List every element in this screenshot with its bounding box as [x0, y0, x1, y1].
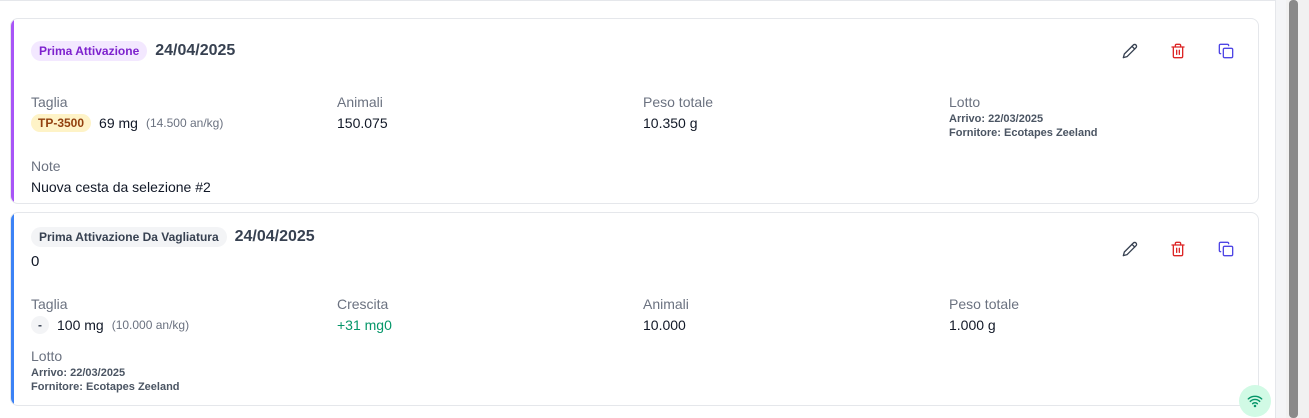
- field-label: Taglia: [31, 296, 68, 312]
- field-taglia: Taglia TP-3500 69 mg (14.500 an/kg): [31, 94, 223, 132]
- field-label: Note: [31, 158, 61, 174]
- field-label: Peso totale: [643, 94, 714, 110]
- operation-card: Prima Attivazione 24/04/2025 Taglia TP-3…: [10, 18, 1259, 204]
- field-animali: Animali 150.075: [337, 94, 388, 132]
- copy-icon: [1218, 241, 1234, 257]
- field-lotto: Lotto Arrivo: 22/03/2025 Fornitore: Ecot…: [31, 348, 180, 394]
- operation-type-badge: Prima Attivazione: [31, 41, 148, 61]
- pencil-icon: [1122, 43, 1138, 59]
- operations-list: Prima Attivazione 24/04/2025 Taglia TP-3…: [0, 0, 1275, 418]
- duplicate-button[interactable]: [1218, 43, 1234, 59]
- field-label: Taglia: [31, 94, 68, 110]
- lotto-arrival: Arrivo: 22/03/2025: [31, 367, 126, 379]
- operation-type-badge: Prima Attivazione Da Vagliatura: [31, 227, 227, 247]
- field-note: Note Nuova cesta da selezione #2: [31, 158, 211, 196]
- growth-value: +31 mg0: [337, 317, 392, 333]
- field-peso-totale: Peso totale 10.350 g: [643, 94, 713, 132]
- lotto-supplier: Fornitore: Ecotapes Zeeland: [31, 381, 180, 393]
- taglia-value: - 100 mg (10.000 an/kg): [31, 316, 189, 334]
- copy-icon: [1218, 43, 1234, 59]
- taglia-value: TP-3500 69 mg (14.500 an/kg): [31, 114, 223, 132]
- field-value: 10.000: [643, 317, 686, 333]
- edit-button[interactable]: [1122, 241, 1138, 257]
- operation-date: 24/04/2025: [234, 228, 315, 245]
- size-weight: 69 mg: [99, 115, 138, 131]
- field-animali: Animali 10.000: [643, 296, 689, 334]
- pencil-icon: [1122, 241, 1138, 257]
- scrollbar-thumb[interactable]: [1289, 0, 1298, 418]
- lotto-arrival: Arrivo: 22/03/2025: [949, 113, 1044, 125]
- field-peso-totale: Peso totale 1.000 g: [949, 296, 1019, 334]
- size-code-badge: TP-3500: [31, 114, 92, 132]
- wifi-icon: [1247, 395, 1263, 408]
- field-value: 1.000 g: [949, 317, 996, 333]
- field-label: Animali: [643, 296, 689, 312]
- size-per-kg: (14.500 an/kg): [145, 116, 224, 130]
- card-accent-bar: [11, 213, 14, 405]
- field-lotto: Lotto Arrivo: 22/03/2025 Fornitore: Ecot…: [949, 94, 1098, 140]
- operation-card: Prima Attivazione Da Vagliatura 24/04/20…: [10, 212, 1259, 406]
- edit-button[interactable]: [1122, 43, 1138, 59]
- trash-icon: [1171, 241, 1185, 257]
- field-value: 10.350 g: [643, 115, 698, 131]
- card-accent-bar: [11, 19, 14, 203]
- duplicate-button[interactable]: [1218, 241, 1234, 257]
- connection-status-button[interactable]: [1239, 385, 1271, 417]
- field-label: Peso totale: [949, 296, 1020, 312]
- size-weight: 100 mg: [57, 317, 104, 333]
- field-value: 150.075: [337, 115, 388, 131]
- operation-date: 24/04/2025: [155, 42, 236, 59]
- field-label: Animali: [337, 94, 383, 110]
- card-actions: [1122, 43, 1234, 59]
- field-taglia: Taglia - 100 mg (10.000 an/kg): [31, 296, 189, 334]
- field-label: Crescita: [337, 296, 389, 312]
- card-header: Prima Attivazione Da Vagliatura 24/04/20…: [31, 227, 315, 247]
- lotto-supplier: Fornitore: Ecotapes Zeeland: [949, 127, 1098, 139]
- operation-subvalue: 0: [31, 253, 40, 270]
- field-label: Lotto: [31, 348, 63, 364]
- field-crescita: Crescita +31 mg0: [337, 296, 392, 334]
- delete-button[interactable]: [1170, 43, 1186, 59]
- size-per-kg: (10.000 an/kg): [111, 318, 190, 332]
- field-label: Lotto: [949, 94, 981, 110]
- card-actions: [1122, 241, 1234, 257]
- field-value: Nuova cesta da selezione #2: [31, 179, 211, 195]
- delete-button[interactable]: [1170, 241, 1186, 257]
- content-edge: [1275, 0, 1276, 418]
- card-header: Prima Attivazione 24/04/2025: [31, 41, 235, 61]
- trash-icon: [1171, 43, 1185, 59]
- size-code-badge: -: [31, 316, 49, 334]
